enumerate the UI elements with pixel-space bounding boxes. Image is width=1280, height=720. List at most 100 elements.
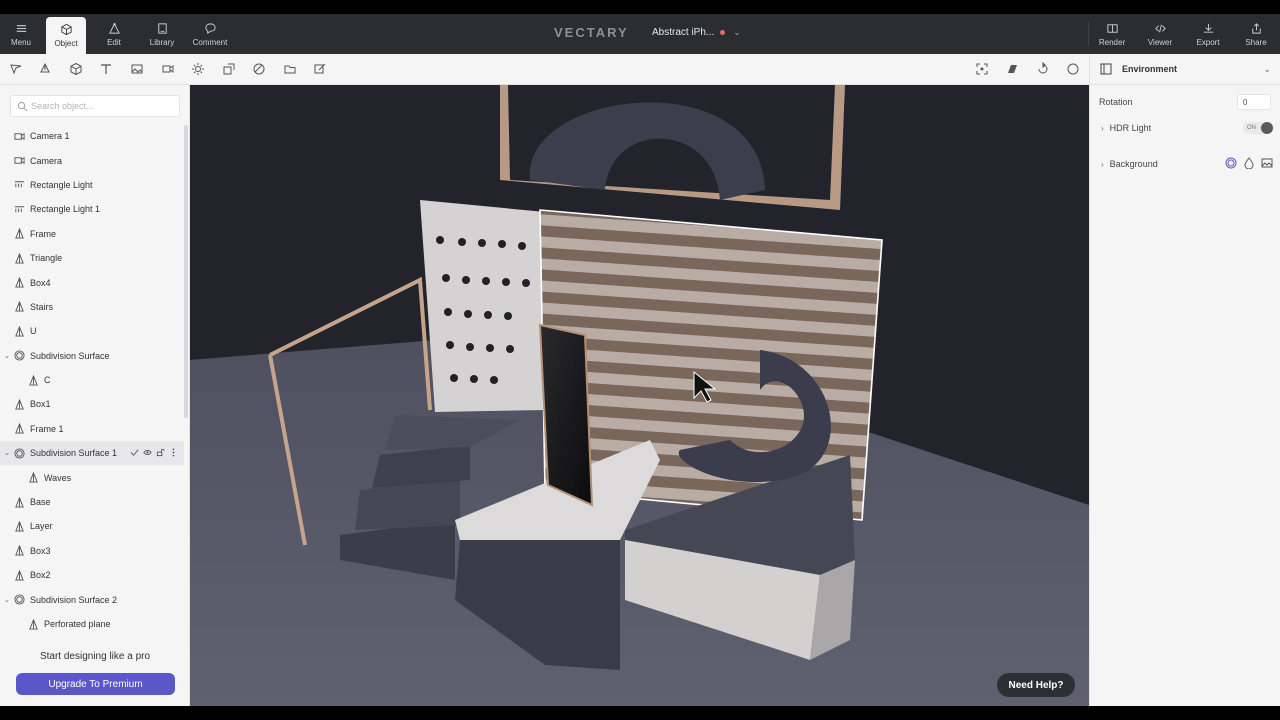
list-item-label: Box3 <box>30 545 51 556</box>
camera-tool[interactable] <box>161 62 175 76</box>
list-item[interactable]: Box1 <box>0 392 184 416</box>
mesh-icon <box>14 569 25 581</box>
list-item-label: Stairs <box>30 301 54 312</box>
mesh-icon <box>14 276 25 288</box>
hdr-light-toggle[interactable]: ON <box>1243 122 1273 134</box>
environment-icon <box>1100 63 1112 75</box>
text-tool[interactable] <box>99 62 113 76</box>
tab-edit[interactable]: Edit <box>94 14 134 54</box>
chevron-right-icon: › <box>1101 159 1104 169</box>
list-item[interactable]: Frame 1 <box>0 417 184 441</box>
viewer-label: Viewer <box>1147 37 1173 47</box>
tab-comment[interactable]: Comment <box>188 14 232 54</box>
hamburger-icon <box>16 24 26 32</box>
chevron-down-icon[interactable]: ⌄ <box>4 352 10 360</box>
hdr-light-label: HDR Light <box>1109 123 1152 133</box>
folder-tool[interactable] <box>283 62 297 76</box>
transform-icon <box>223 63 235 75</box>
cube-icon <box>70 62 82 76</box>
library-icon <box>157 22 167 34</box>
background-row[interactable]: › Background <box>1090 154 1280 174</box>
orbit-tool[interactable] <box>1036 61 1050 76</box>
list-item-group[interactable]: ⌄ Subdivision Surface 2 <box>0 587 184 611</box>
rotation-input[interactable] <box>1237 94 1271 110</box>
frame-selection-tool[interactable] <box>975 62 989 76</box>
tab-edit-label: Edit <box>107 37 121 47</box>
list-item-label: Layer <box>30 521 53 532</box>
mesh-icon <box>14 301 25 312</box>
image-icon <box>131 64 143 74</box>
need-help-button[interactable]: Need Help? <box>997 673 1075 697</box>
more-vertical-icon[interactable] <box>169 448 178 457</box>
list-item[interactable]: Box4 <box>0 270 184 294</box>
primitive-tool[interactable] <box>69 62 83 76</box>
scrollbar[interactable] <box>184 125 188 418</box>
light-tool[interactable] <box>191 62 205 76</box>
list-item-group-selected[interactable]: ⌄ Subdivision Surface 1 <box>0 441 184 466</box>
chevron-down-icon[interactable]: ⌄ <box>4 596 10 604</box>
list-item[interactable]: U <box>0 319 184 343</box>
list-item[interactable]: Camera 1 <box>0 124 184 148</box>
rotation-row: Rotation <box>1090 92 1280 112</box>
export-button[interactable]: Export <box>1188 14 1228 54</box>
hdr-background-icon[interactable] <box>1225 157 1237 169</box>
render-button[interactable]: Render <box>1092 14 1132 54</box>
edit-tool[interactable] <box>313 62 327 76</box>
select-tool[interactable] <box>9 62 23 76</box>
3d-viewport[interactable] <box>190 85 1089 706</box>
list-item[interactable]: Waves <box>0 465 184 489</box>
tab-library[interactable]: Library <box>142 14 182 54</box>
project-name-dropdown[interactable]: Abstract iPh... ⌄ <box>652 27 741 38</box>
list-item-group[interactable]: ⌄ Subdivision Surface <box>0 344 184 368</box>
image-icon[interactable] <box>1261 157 1273 169</box>
menu-button[interactable]: Menu <box>4 14 38 54</box>
sphere-tool[interactable] <box>1066 62 1080 76</box>
color-drop-icon[interactable] <box>1243 157 1255 169</box>
check-icon[interactable] <box>130 448 139 457</box>
list-item-label: Box1 <box>30 399 51 410</box>
share-button[interactable]: Share <box>1236 14 1276 54</box>
viewer-button[interactable]: Viewer <box>1140 14 1180 54</box>
eye-icon[interactable] <box>143 448 152 457</box>
list-item[interactable]: Rectangle Light 1 <box>0 197 184 221</box>
list-item[interactable]: Base <box>0 490 184 514</box>
list-item[interactable]: Frame <box>0 222 184 246</box>
mesh-icon <box>14 545 25 556</box>
chevron-down-icon[interactable]: ⌄ <box>4 449 10 457</box>
image-tool[interactable] <box>130 62 144 76</box>
tab-object[interactable]: Object <box>46 17 86 54</box>
list-item[interactable]: Stairs <box>0 295 184 319</box>
material-tool[interactable] <box>252 62 266 76</box>
list-item-label: U <box>30 326 37 337</box>
subdivision-icon <box>14 448 25 459</box>
background-options <box>1225 157 1273 169</box>
search-box[interactable] <box>10 95 180 117</box>
list-item[interactable]: C <box>0 368 184 392</box>
environment-header[interactable]: Environment ⌄ <box>1090 54 1280 85</box>
pen-tool[interactable] <box>38 62 52 76</box>
mesh-icon <box>14 496 25 508</box>
mesh-icon <box>14 325 25 337</box>
shading-tool[interactable] <box>1005 62 1019 76</box>
list-item[interactable]: Camera <box>0 148 184 172</box>
upgrade-button[interactable]: Upgrade To Premium <box>16 673 175 695</box>
search-input[interactable] <box>31 98 176 114</box>
list-item[interactable]: Rectangle Light <box>0 173 184 197</box>
tab-object-label: Object <box>54 39 78 48</box>
hdr-light-row[interactable]: › HDR Light ON <box>1090 118 1280 138</box>
list-item-label: Camera 1 <box>30 131 70 142</box>
list-item[interactable]: Triangle <box>0 246 184 270</box>
properties-panel: Environment ⌄ Rotation › HDR Light ON › … <box>1089 54 1280 706</box>
circle-icon <box>1067 63 1079 75</box>
list-item-label: Subdivision Surface 2 <box>30 594 118 605</box>
list-item[interactable]: Box3 <box>0 539 184 563</box>
list-item[interactable]: Box2 <box>0 563 184 587</box>
list-item[interactable]: Perforated plane <box>0 612 184 636</box>
unlock-icon[interactable] <box>156 448 165 457</box>
chevron-down-icon: ⌄ <box>733 27 741 37</box>
list-item-label: Subdivision Surface 1 <box>30 448 118 459</box>
edit-vertex-icon <box>108 22 120 34</box>
list-item[interactable]: Layer <box>0 514 184 538</box>
transform-tool[interactable] <box>222 62 236 76</box>
divider <box>1088 22 1089 46</box>
